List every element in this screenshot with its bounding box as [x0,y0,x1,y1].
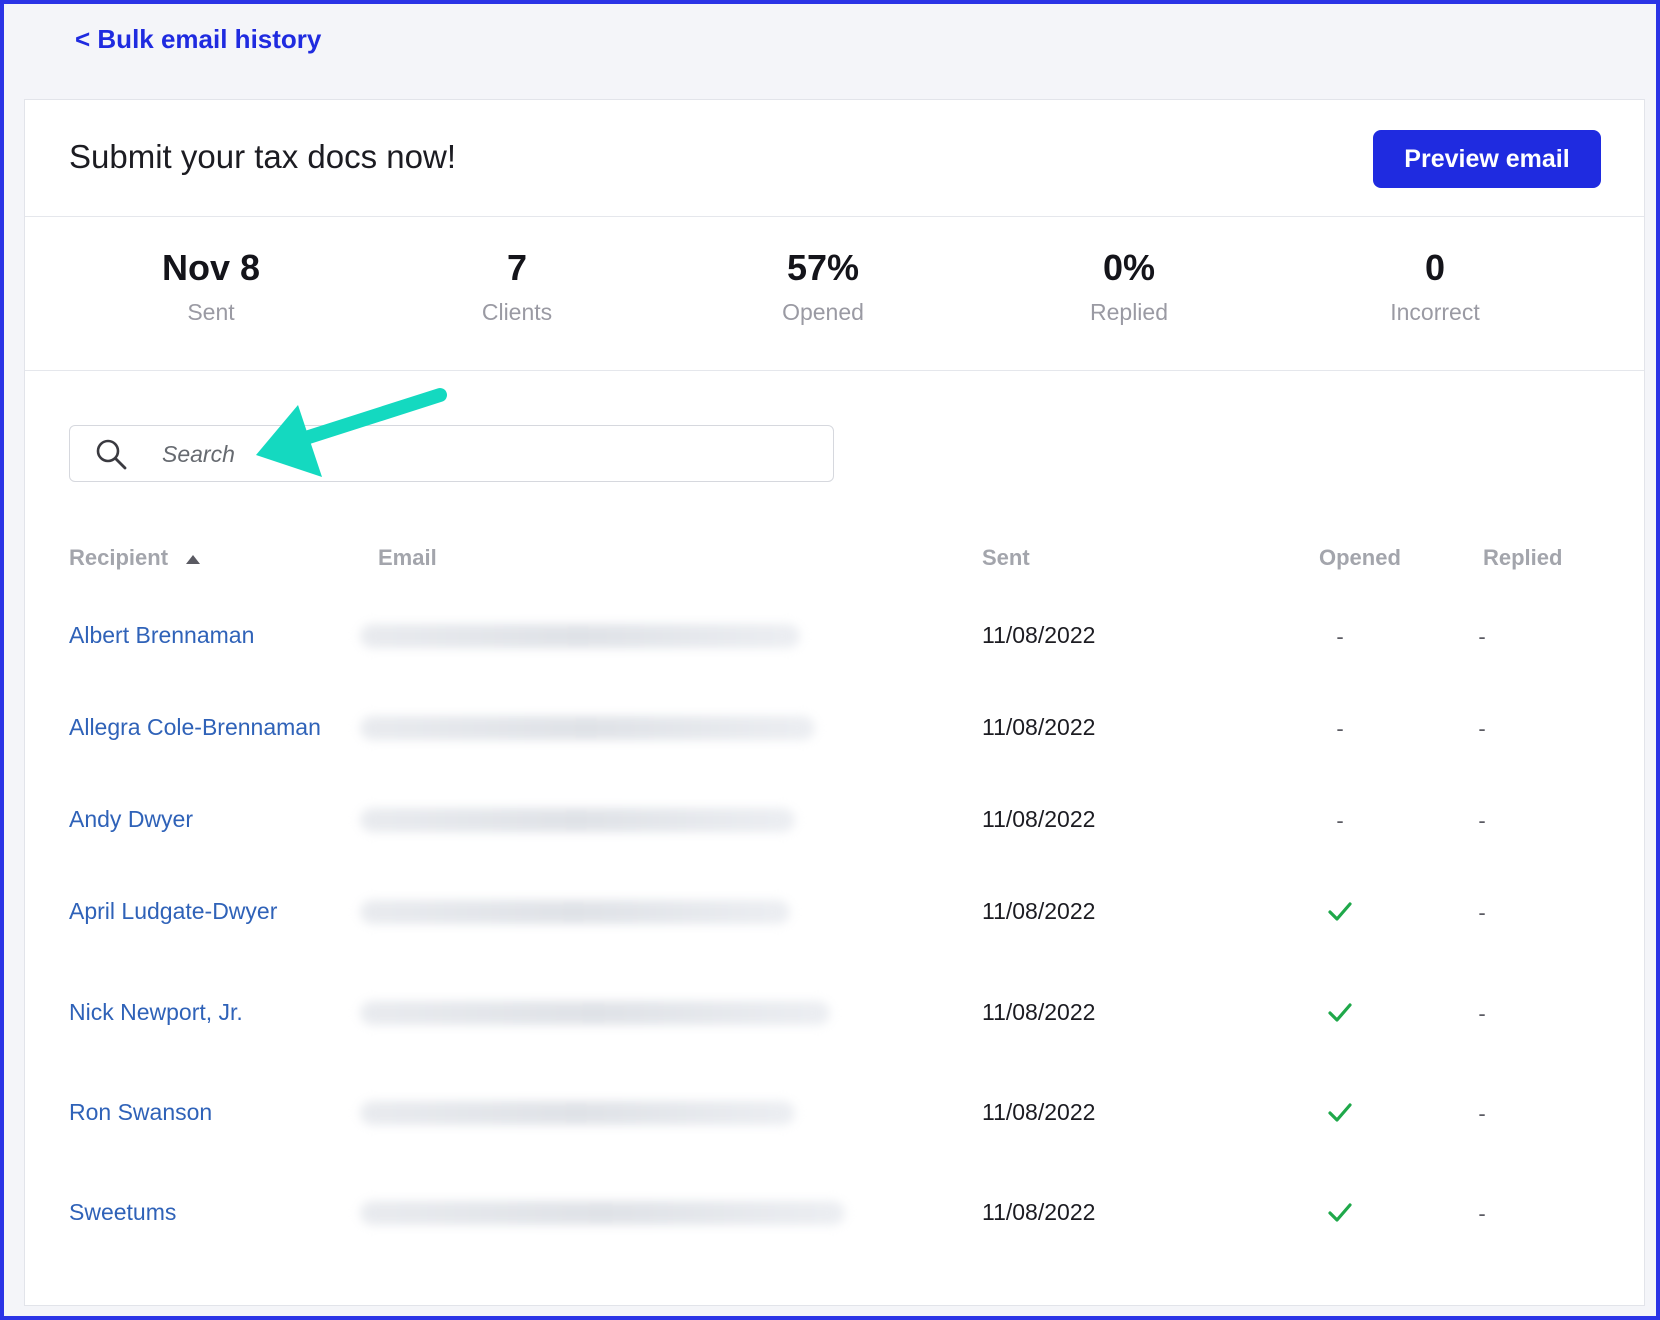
email-detail-card: Submit your tax docs now! Preview email … [24,99,1645,1306]
recipient-email-blurred [360,716,815,740]
recipient-name-link[interactable]: Sweetums [69,1199,176,1226]
column-header-replied[interactable]: Replied [1483,545,1562,571]
stat-incorrect-label: Incorrect [1390,299,1480,325]
recipient-email-blurred [360,1201,845,1225]
recipient-name-link[interactable]: April Ludgate-Dwyer [69,898,277,925]
sent-date: 11/08/2022 [982,622,1096,648]
opened-status [1320,1201,1360,1229]
sent-date: 11/08/2022 [982,806,1096,832]
replied-status: - [1478,716,1486,741]
sort-ascending-icon [186,555,201,565]
search-box[interactable] [69,425,834,482]
stat-replied-value: 0% [1102,247,1156,288]
replied-status: - [1478,900,1486,925]
recipient-email-blurred [360,900,790,924]
search-input[interactable] [160,434,804,474]
stats-bar: Nov 8 Sent 7 Clients 57% Opened 0% Repli… [25,217,1644,371]
opened-status: - [1336,716,1344,741]
replied-status: - [1478,1201,1486,1226]
opened-status: - [1336,624,1344,649]
stat-clients-value: 7 [506,247,528,288]
sent-date: 11/08/2022 [982,1199,1096,1225]
column-header-recipient[interactable]: Recipient [69,545,201,571]
stat-clients-label: Clients [481,299,553,325]
check-icon [1328,1003,1352,1022]
recipient-email-blurred [360,624,800,648]
recipient-name-link[interactable]: Andy Dwyer [69,806,193,833]
replied-status: - [1478,1101,1486,1126]
sent-date: 11/08/2022 [982,898,1096,924]
check-icon [1328,902,1352,921]
recipient-email-blurred [360,1101,795,1125]
app-frame: < Bulk email history Submit your tax doc… [0,0,1660,1320]
stat-replied-label: Replied [1090,299,1168,325]
back-to-bulk-email-history-link[interactable]: < Bulk email history [75,24,321,55]
column-header-email[interactable]: Email [378,545,437,571]
preview-email-button[interactable]: Preview email [1373,130,1601,188]
opened-status: - [1336,808,1344,833]
recipient-name-link[interactable]: Albert Brennaman [69,622,254,649]
recipient-name-link[interactable]: Ron Swanson [69,1099,212,1126]
sent-date: 11/08/2022 [982,999,1096,1025]
opened-status [1320,1001,1360,1029]
replied-status: - [1478,808,1486,833]
search-icon [96,439,127,470]
replied-status: - [1478,1001,1486,1026]
stat-opened-label: Opened [782,299,864,325]
column-header-opened[interactable]: Opened [1319,545,1401,571]
column-header-sent[interactable]: Sent [982,545,1030,571]
stat-sent-label: Sent [187,299,235,325]
recipient-name-link[interactable]: Allegra Cole-Brennaman [69,714,321,741]
stat-sent-value: Nov 8 [161,247,261,288]
recipient-email-blurred [360,808,795,832]
check-icon [1328,1203,1352,1222]
check-icon [1328,1103,1352,1122]
opened-status [1320,1101,1360,1129]
sent-date: 11/08/2022 [982,714,1096,740]
replied-status: - [1478,624,1486,649]
recipient-name-link[interactable]: Nick Newport, Jr. [69,999,243,1026]
card-header: Submit your tax docs now! Preview email [25,100,1644,217]
email-subject-title: Submit your tax docs now! [69,138,457,175]
back-link-label: < Bulk email history [75,24,322,54]
column-header-recipient-label: Recipient [69,545,169,570]
opened-status [1320,900,1360,928]
recipient-email-blurred [360,1001,830,1025]
sent-date: 11/08/2022 [982,1099,1096,1125]
stat-opened-value: 57% [786,247,860,288]
stat-incorrect-value: 0 [1424,247,1446,288]
